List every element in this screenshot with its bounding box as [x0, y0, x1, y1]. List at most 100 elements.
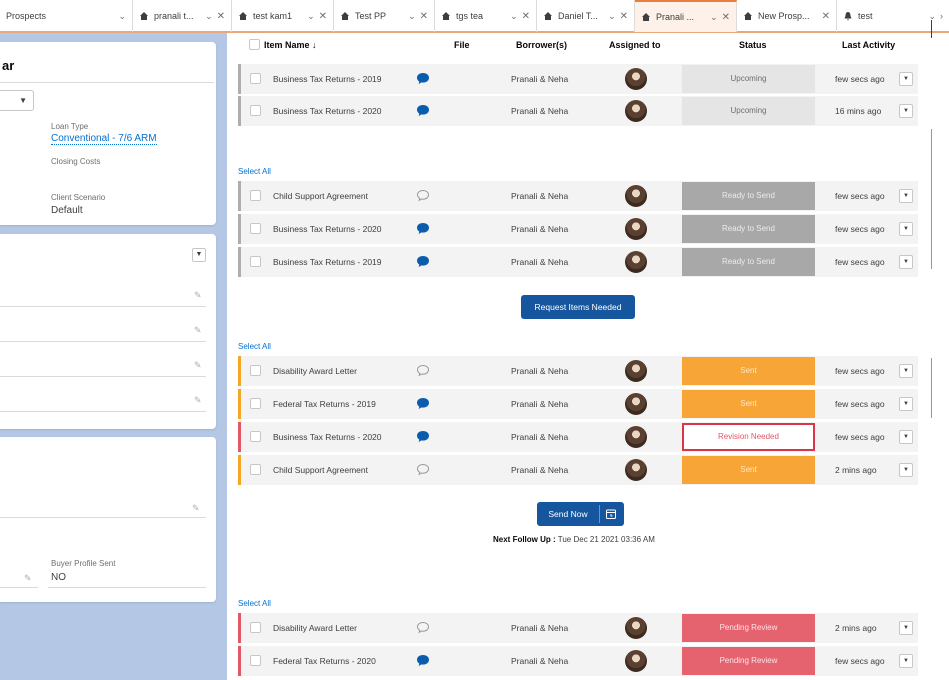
row-checkbox[interactable]	[250, 223, 261, 234]
pencil-icon[interactable]: ✎	[24, 573, 32, 584]
comment-filled-icon[interactable]	[416, 255, 430, 268]
tab-new-prospect[interactable]: New Prosp... ✕	[737, 0, 837, 32]
tab-prospects[interactable]: Prospects ⌄	[0, 0, 133, 32]
comment-filled-icon[interactable]	[416, 222, 430, 235]
chevron-down-icon[interactable]: ⌄	[710, 12, 718, 23]
status-badge[interactable]: Ready to Send	[682, 182, 815, 210]
comment-filled-icon[interactable]	[416, 72, 430, 85]
tab-daniel-t[interactable]: Daniel T... ⌄ ✕	[537, 0, 635, 32]
close-icon[interactable]: ✕	[420, 11, 428, 22]
column-last-activity: Last Activity	[842, 40, 896, 50]
pencil-icon[interactable]: ✎	[194, 360, 202, 371]
chevron-down-icon[interactable]: ⌄	[118, 11, 126, 22]
tab-tgs-tea[interactable]: tgs tea ⌄ ✕	[435, 0, 537, 32]
table-row[interactable]: Child Support Agreement Pranali & Neha S…	[238, 455, 918, 485]
table-row[interactable]: Business Tax Returns - 2019 Pranali & Ne…	[238, 247, 918, 277]
pencil-icon[interactable]: ✎	[192, 503, 200, 514]
loan-type-value[interactable]: Conventional - 7/6 ARM	[51, 133, 157, 145]
comment-outline-icon[interactable]	[416, 621, 430, 634]
status-badge[interactable]: Sent	[682, 456, 815, 484]
chevron-down-icon[interactable]: ⌄	[307, 11, 315, 22]
row-menu-button[interactable]: ▼	[899, 72, 913, 86]
pencil-icon[interactable]: ✎	[194, 395, 202, 406]
table-row[interactable]: Federal Tax Returns - 2019 Pranali & Neh…	[238, 389, 918, 419]
table-row[interactable]: Disability Award Letter Pranali & Neha P…	[238, 613, 918, 643]
calendar-icon[interactable]	[605, 508, 617, 520]
comment-outline-icon[interactable]	[416, 189, 430, 202]
send-now-button[interactable]: Send Now	[537, 502, 624, 526]
comment-filled-icon[interactable]	[416, 430, 430, 443]
status-badge[interactable]: Revision Needed	[682, 423, 815, 451]
row-menu-button[interactable]: ▼	[899, 104, 913, 118]
row-checkbox[interactable]	[250, 655, 261, 666]
close-icon[interactable]: ✕	[822, 11, 830, 22]
tab-pranali-t[interactable]: pranali t... ⌄ ✕	[133, 0, 232, 32]
column-item-name[interactable]: Item Name ↓	[264, 40, 317, 50]
comment-filled-icon[interactable]	[416, 104, 430, 117]
status-badge[interactable]: Ready to Send	[682, 215, 815, 243]
row-checkbox[interactable]	[250, 190, 261, 201]
row-checkbox[interactable]	[250, 105, 261, 116]
row-checkbox[interactable]	[250, 464, 261, 475]
tab-test-kam1[interactable]: test kam1 ⌄ ✕	[232, 0, 334, 32]
chevron-down-icon[interactable]: ⌄	[608, 11, 616, 22]
comment-filled-icon[interactable]	[416, 654, 430, 667]
chevron-down-icon[interactable]: ⌄	[205, 11, 213, 22]
close-icon[interactable]: ✕	[620, 11, 628, 22]
comment-outline-icon[interactable]	[416, 364, 430, 377]
row-menu-button[interactable]: ▼	[899, 222, 913, 236]
status-badge[interactable]: Upcoming	[682, 65, 815, 93]
table-row[interactable]: Business Tax Returns - 2020 Pranali & Ne…	[238, 96, 918, 126]
chevron-down-icon[interactable]: ⌄	[408, 11, 416, 22]
tab-pranali-active[interactable]: Pranali ... ⌄ ✕	[635, 0, 737, 32]
close-icon[interactable]: ✕	[319, 11, 327, 22]
card-menu-button[interactable]: ▼	[192, 248, 206, 262]
close-icon[interactable]: ✕	[522, 11, 530, 22]
table-row[interactable]: Business Tax Returns - 2020 Pranali & Ne…	[238, 422, 918, 452]
select-all-link[interactable]: Select All	[238, 167, 271, 176]
status-badge[interactable]: Upcoming	[682, 97, 815, 125]
pencil-icon[interactable]: ✎	[194, 325, 202, 336]
close-icon[interactable]: ✕	[722, 12, 730, 23]
table-row[interactable]: Business Tax Returns - 2020 Pranali & Ne…	[238, 214, 918, 244]
status-badge[interactable]: Sent	[682, 357, 815, 385]
select-all-link[interactable]: Select All	[238, 342, 271, 351]
row-menu-button[interactable]: ▼	[899, 463, 913, 477]
status-badge[interactable]: Pending Review	[682, 614, 815, 642]
select-all-link[interactable]: Select All	[238, 599, 271, 608]
row-checkbox[interactable]	[250, 398, 261, 409]
select-dropdown[interactable]: ▼	[0, 90, 34, 111]
request-items-button[interactable]: Request Items Needed	[521, 295, 635, 319]
table-row[interactable]: Federal Tax Returns - 2020 Pranali & Neh…	[238, 646, 918, 676]
row-checkbox[interactable]	[250, 73, 261, 84]
table-row[interactable]: Child Support Agreement Pranali & Neha R…	[238, 181, 918, 211]
row-menu-button[interactable]: ▼	[899, 255, 913, 269]
row-checkbox[interactable]	[250, 365, 261, 376]
status-badge[interactable]: Sent	[682, 390, 815, 418]
select-all-checkbox[interactable]	[249, 39, 260, 50]
row-menu-button[interactable]: ▼	[899, 654, 913, 668]
row-checkbox[interactable]	[250, 431, 261, 442]
row-menu-button[interactable]: ▼	[899, 430, 913, 444]
row-menu-button[interactable]: ▼	[899, 621, 913, 635]
tab-test-pp[interactable]: Test PP ⌄ ✕	[334, 0, 435, 32]
comment-filled-icon[interactable]	[416, 397, 430, 410]
status-badge[interactable]: Ready to Send	[682, 248, 815, 276]
table-row[interactable]: Disability Award Letter Pranali & Neha S…	[238, 356, 918, 386]
row-checkbox[interactable]	[250, 256, 261, 267]
scrollbar-marker[interactable]	[931, 20, 932, 38]
pencil-icon[interactable]: ✎	[194, 290, 202, 301]
table-row[interactable]: Business Tax Returns - 2019 Pranali & Ne…	[238, 64, 918, 94]
comment-outline-icon[interactable]	[416, 463, 430, 476]
row-checkbox[interactable]	[250, 622, 261, 633]
row-menu-button[interactable]: ▼	[899, 364, 913, 378]
chevron-right-icon[interactable]: ›	[940, 11, 943, 21]
loan-type-link[interactable]: Conventional - 7/6 ARM	[51, 133, 157, 145]
chevron-down-icon[interactable]: ⌄	[928, 11, 936, 22]
chevron-down-icon[interactable]: ⌄	[510, 11, 518, 22]
row-menu-button[interactable]: ▼	[899, 397, 913, 411]
close-icon[interactable]: ✕	[217, 11, 225, 22]
status-badge[interactable]: Pending Review	[682, 647, 815, 675]
row-menu-button[interactable]: ▼	[899, 189, 913, 203]
tab-test[interactable]: test ⌄ ›	[837, 0, 949, 32]
